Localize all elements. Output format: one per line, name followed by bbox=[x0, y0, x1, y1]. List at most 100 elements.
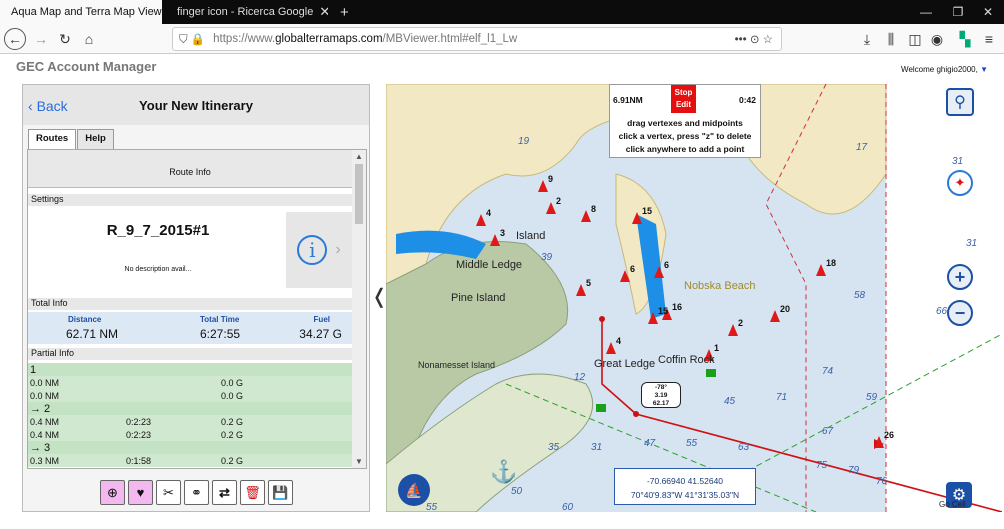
buoy-icon[interactable] bbox=[596, 404, 606, 412]
hamburger-menu-icon[interactable]: ≡ bbox=[978, 28, 1000, 50]
buoy-number: 15 bbox=[658, 306, 669, 316]
route-description: No description avail... bbox=[124, 266, 192, 273]
back-arrow-icon[interactable]: ← bbox=[4, 28, 26, 50]
label-nobska: Nobska Beach bbox=[684, 280, 756, 292]
leg-head[interactable]: → 2 bbox=[28, 402, 352, 415]
depth-sounding: 58 bbox=[854, 290, 866, 301]
route-toolbar: ⊕ ♥ ✂ ⚭ ⇄ 🗑 💾 bbox=[100, 480, 293, 508]
tab-title: Aqua Map and Terra Map Viewe bbox=[11, 6, 162, 18]
route-leg-callout: -78° 3.19 62.17 bbox=[641, 382, 681, 408]
vertical-scrollbar[interactable]: ▲ ▼ bbox=[352, 150, 366, 468]
route-settings[interactable]: R_9_7_2015#1 No description avail... i › bbox=[28, 208, 352, 294]
restore-icon[interactable]: ❐ bbox=[942, 0, 974, 24]
label-great-ledge: Great Ledge bbox=[594, 358, 656, 370]
scroll-down-icon[interactable]: ▼ bbox=[355, 457, 363, 466]
new-tab-button[interactable]: + bbox=[334, 0, 354, 24]
nautical-chart[interactable]: 98234155661615421182026 1939311731123531… bbox=[386, 84, 1002, 512]
tab-aqua-map[interactable]: Aqua Map and Terra Map Viewe ✕ bbox=[0, 0, 162, 24]
minimize-icon[interactable]: — bbox=[910, 0, 942, 24]
route-details-scroll[interactable]: Route Info Settings R_9_7_2015#1 No desc… bbox=[27, 149, 367, 469]
close-tab-icon[interactable]: ✕ bbox=[313, 4, 328, 20]
edit-instructions: drag vertexes and midpoints click a vert… bbox=[610, 117, 760, 156]
buoy-number: 6 bbox=[664, 260, 670, 270]
welcome-text: Welcome ghigio2000, bbox=[901, 65, 978, 74]
add-waypoint-icon[interactable]: ⊕ bbox=[100, 480, 125, 505]
route-vertex[interactable] bbox=[633, 411, 639, 417]
coords-dms: 70°40'9.83"W 41°31'35.03"N bbox=[630, 490, 740, 500]
buoy-number: 1 bbox=[714, 343, 720, 353]
scroll-up-icon[interactable]: ▲ bbox=[355, 152, 363, 161]
trash-icon[interactable]: 🗑 bbox=[240, 480, 265, 505]
reload-icon[interactable]: ↻ bbox=[54, 28, 76, 50]
address-bar[interactable]: ⛉ 🔒 https://www. globalterramaps.com /MB… bbox=[172, 27, 782, 51]
compass-icon[interactable]: ✦ bbox=[947, 170, 973, 196]
route-vertex[interactable] bbox=[599, 316, 605, 322]
tab-google-search[interactable]: finger icon - Ricerca Google ✕ bbox=[166, 0, 328, 24]
leg-head[interactable]: 1 bbox=[28, 363, 352, 376]
total-time-label: Total Time bbox=[200, 315, 240, 324]
edit-instruction: click a vertex, press "z" to delete bbox=[618, 131, 752, 141]
depth-sounding: 17 bbox=[856, 142, 868, 153]
leg-fuel: 0.2 G bbox=[221, 455, 244, 466]
insert-waypoint-icon[interactable]: ♥ bbox=[128, 480, 153, 505]
close-window-icon[interactable]: ✕ bbox=[972, 0, 1004, 24]
forward-arrow-icon[interactable]: → bbox=[30, 28, 52, 50]
welcome-user-menu[interactable]: Welcome ghigio2000, ▼ bbox=[901, 65, 988, 74]
save-icon[interactable]: 💾 bbox=[268, 480, 293, 505]
scrollbar-thumb[interactable] bbox=[355, 164, 363, 224]
chevron-down-icon[interactable]: ▼ bbox=[980, 65, 988, 74]
search-icon[interactable]: ⚲ bbox=[946, 88, 974, 116]
tab-routes[interactable]: Routes bbox=[28, 129, 77, 149]
link-icon[interactable]: ⚭ bbox=[184, 480, 209, 505]
leg-row: 0.4 NM 0:2:23 0.2 G bbox=[28, 428, 352, 441]
leg-distance: 0.0 NM bbox=[30, 377, 60, 388]
label-island: Island bbox=[516, 230, 546, 242]
cursor-coordinates: -70.66940 41.52640 70°40'9.83"W 41°31'35… bbox=[614, 468, 756, 505]
reverse-route-icon[interactable]: ⇄ bbox=[212, 480, 237, 505]
scissors-icon[interactable]: ✂ bbox=[156, 480, 181, 505]
coords-decimal: -70.66940 41.52640 bbox=[646, 476, 724, 486]
depth-sounding: 39 bbox=[541, 252, 553, 263]
url-host: globalterramaps.com bbox=[275, 33, 383, 45]
chevron-right-icon: › bbox=[335, 241, 341, 258]
panel-title: Your New Itinerary bbox=[139, 98, 253, 113]
buoy-icon[interactable] bbox=[706, 369, 716, 377]
sidebar-icon[interactable]: ◫ bbox=[904, 28, 926, 50]
leg-row: 0.0 NM 0.0 G bbox=[28, 389, 352, 402]
back-button[interactable]: ‹ Back bbox=[28, 98, 68, 114]
browser-tab-bar: Aqua Map and Terra Map Viewe ✕ finger ic… bbox=[0, 0, 1004, 24]
edit-time: 0:42 bbox=[738, 95, 756, 105]
depth-sounding: 31 bbox=[952, 156, 964, 167]
zoom-in-icon[interactable]: + bbox=[947, 264, 973, 290]
leg-time: 0:1:58 bbox=[126, 455, 152, 466]
label-coffin-rock: Coffin Rock bbox=[658, 354, 715, 366]
library-icon[interactable]: ⫼ bbox=[880, 28, 902, 50]
label-pine-island: Pine Island bbox=[451, 292, 506, 304]
stop-edit-button[interactable]: Stop Edit bbox=[671, 85, 696, 113]
leg-distance: 0.4 NM bbox=[30, 416, 60, 427]
aqua-map-logo-icon[interactable]: ⛵ bbox=[398, 474, 430, 506]
route-info-button[interactable]: i › bbox=[286, 212, 352, 288]
shield-lock-icon[interactable]: ⛉ 🔒 bbox=[179, 32, 205, 47]
buoy-number: 6 bbox=[630, 264, 636, 274]
route-name: R_9_7_2015#1 bbox=[106, 222, 210, 239]
home-icon[interactable]: ⌂ bbox=[78, 28, 100, 50]
settings-label: Settings bbox=[28, 194, 352, 206]
leg-row: 0.0 NM 0.0 G bbox=[28, 376, 352, 389]
partial-info-label: Partial Info bbox=[28, 348, 352, 360]
zoom-out-icon[interactable]: − bbox=[947, 300, 973, 326]
page-title: GEC Account Manager bbox=[16, 59, 157, 74]
depth-sounding: 67 bbox=[822, 426, 834, 437]
leg-time: 0:2:23 bbox=[126, 416, 152, 427]
buoy-number: 4 bbox=[616, 336, 622, 346]
account-icon[interactable]: ◉ bbox=[926, 28, 948, 50]
page-actions-icon[interactable]: ••• ⊙ ☆ bbox=[735, 32, 781, 46]
buoy-number: 2 bbox=[738, 318, 744, 328]
panel-tabs: Routes Help bbox=[28, 129, 115, 149]
tab-help[interactable]: Help bbox=[77, 129, 114, 149]
url-path: /MBViewer.html#elf_l1_Lw bbox=[382, 33, 518, 45]
extensions-icon[interactable]: ▚ bbox=[954, 28, 976, 50]
depth-sounding: 55 bbox=[426, 502, 438, 512]
downloads-icon[interactable]: ⤓ bbox=[856, 28, 878, 50]
leg-head[interactable]: → 3 bbox=[28, 441, 352, 454]
